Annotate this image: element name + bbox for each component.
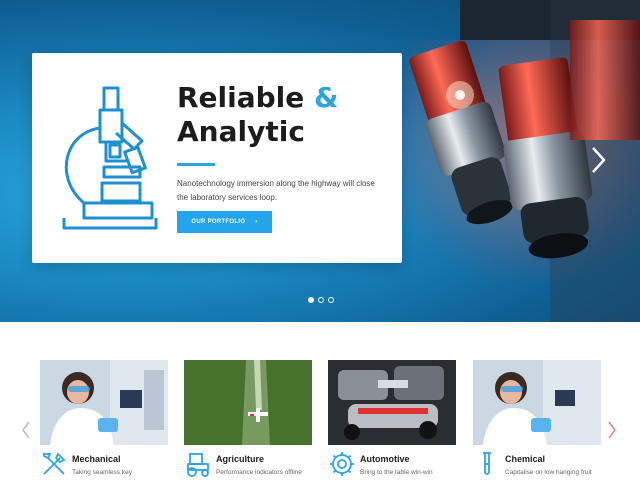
service-meta: Agriculture Performance indicators offli… <box>184 445 312 480</box>
title-underline <box>177 163 215 166</box>
chemical-photo <box>473 360 601 445</box>
carousel-prev-arrow-icon[interactable] <box>20 420 32 440</box>
service-description: Capitalise on low hanging fruit <box>505 469 592 476</box>
test-tube-icon <box>483 452 491 475</box>
slider-dot-1[interactable] <box>308 297 314 303</box>
tractor-icon <box>187 453 209 477</box>
mechanical-photo <box>40 360 168 445</box>
slider-pagination <box>308 297 334 303</box>
hero-title: Reliable & Analytic <box>177 81 397 149</box>
service-name: Agriculture <box>216 454 265 464</box>
hero-card: Reliable & Analytic Nanotechnology immer… <box>32 53 402 263</box>
service-name: Mechanical <box>72 454 121 464</box>
services-carousel: Mechanical Taking seamless key Agricultu… <box>0 322 640 480</box>
chevron-right-icon: › <box>255 219 258 225</box>
slider-dot-2[interactable] <box>318 297 324 303</box>
carousel-next-arrow-icon[interactable] <box>606 420 618 440</box>
slider-dot-3[interactable] <box>328 297 334 303</box>
service-meta: Automotive Bring to the table win-win <box>328 445 456 480</box>
service-meta: Mechanical Taking seamless key <box>40 445 168 480</box>
service-card-agriculture[interactable]: Agriculture Performance indicators offli… <box>184 360 312 480</box>
portfolio-button-label: OUR PORTFOLIO <box>191 219 246 225</box>
hero-description: Nanotechnology immersion along the highw… <box>177 179 375 202</box>
service-description: Performance indicators offline <box>216 469 302 476</box>
hero-slider: Reliable & Analytic Nanotechnology immer… <box>0 0 640 322</box>
tools-icon <box>43 452 66 475</box>
service-meta: Chemical Capitalise on low hanging fruit <box>473 445 601 480</box>
service-card-chemical[interactable]: Chemical Capitalise on low hanging fruit <box>473 360 601 480</box>
portfolio-button[interactable]: OUR PORTFOLIO › <box>177 211 272 233</box>
service-card-automotive[interactable]: Automotive Bring to the table win-win <box>328 360 456 480</box>
service-description: Taking seamless key <box>72 469 132 476</box>
service-description: Bring to the table win-win <box>360 469 433 476</box>
slider-next-arrow-icon[interactable] <box>588 145 608 175</box>
hero-title-line2: Analytic <box>177 115 305 148</box>
service-name: Automotive <box>360 454 410 464</box>
automotive-photo <box>328 360 456 445</box>
hero-title-line1: Reliable <box>177 81 305 114</box>
service-name: Chemical <box>505 454 546 464</box>
agriculture-photo <box>184 360 312 445</box>
hero-title-ampersand: & <box>314 81 339 114</box>
microscope-illustration <box>62 86 158 230</box>
gear-icon <box>330 452 354 476</box>
service-card-mechanical[interactable]: Mechanical Taking seamless key <box>40 360 168 480</box>
